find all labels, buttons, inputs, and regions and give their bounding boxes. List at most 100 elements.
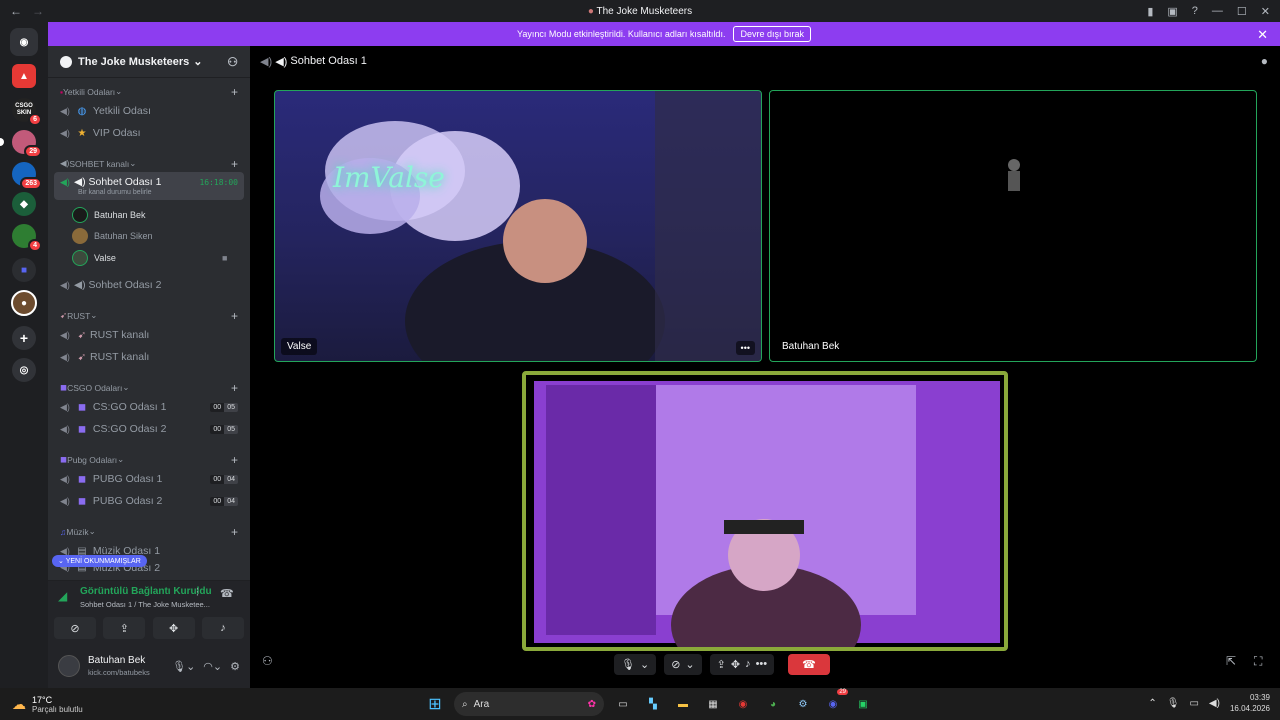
chrome-icon[interactable]: ◕ — [762, 693, 784, 715]
server-icon-cat[interactable]: 263 — [12, 162, 42, 190]
new-unreads-pill[interactable]: ⌄ YENİ OKUNMAMIŞLAR — [52, 555, 147, 567]
windows-start-icon[interactable]: ⊞ — [424, 693, 446, 715]
soundboard-icon[interactable]: ♪ — [201, 617, 244, 639]
video-tile-self[interactable] — [522, 371, 1008, 651]
disable-streamer-mode-button[interactable]: Devre dışı bırak — [733, 26, 811, 42]
category-csgo[interactable]: ◼ CSGO Odaları ⌄ + — [48, 381, 250, 395]
connection-channel[interactable]: Sohbet Odası 1 / The Joke Musketee... — [80, 600, 210, 609]
server-icon-pink[interactable]: 29 — [0, 130, 42, 158]
clock[interactable]: 03:39 16.04.2026 — [1230, 692, 1270, 714]
file-explorer-icon[interactable]: ▬ — [672, 693, 694, 715]
channel-vip-odasi[interactable]: ◀) ★ VIP Odası — [48, 122, 250, 144]
channel-rust-1[interactable]: ◀) ➹ RUST kanalı — [48, 324, 250, 346]
fullscreen-icon[interactable]: ⛶ — [1254, 654, 1262, 669]
screen-share-icon[interactable]: ⇪ — [717, 658, 726, 671]
mic-toggle-button[interactable]: 🎙 ⌄ — [614, 653, 657, 675]
channel-pubg-2[interactable]: ◀) ◼ PUBG Odası 2 00 04 — [48, 490, 250, 512]
headphones-icon[interactable]: ◠⌄ — [203, 660, 222, 673]
add-channel-icon[interactable]: + — [231, 453, 238, 467]
category-sohbet[interactable]: ◀) SOHBET kanalı ⌄ + — [48, 157, 250, 171]
add-channel-icon[interactable]: + — [231, 525, 238, 539]
video-tile-batuhan[interactable]: Batuhan Bek — [769, 90, 1257, 362]
activities-icon[interactable]: ✥ — [731, 658, 740, 671]
server-icon-red[interactable]: ▲ — [12, 64, 36, 88]
invite-people-icon[interactable]: ⚇ — [227, 55, 238, 69]
pop-out-icon[interactable]: ⇱ — [1226, 654, 1236, 668]
close-window-icon[interactable]: ✕ — [1261, 5, 1270, 18]
forward-arrow-icon[interactable]: → — [32, 4, 44, 18]
server-icon-gem[interactable]: ◆ — [12, 192, 36, 216]
voice-user[interactable]: Batuhan Siken — [72, 226, 153, 246]
leave-call-button[interactable]: ☎ — [788, 653, 830, 675]
disconnect-icon[interactable]: ☎ — [220, 587, 234, 600]
camera-toggle-button[interactable]: ⊘ ⌄ — [664, 653, 702, 675]
screen-share-icon[interactable]: ⇪ — [103, 617, 146, 639]
channel-rust-2[interactable]: ◀) ➹ RUST kanalı — [48, 346, 250, 368]
taskbar-search[interactable]: ⌕ Ara ✿ — [454, 692, 604, 716]
invite-to-call-icon[interactable]: ⚇ — [262, 654, 273, 668]
guild-name: The Joke Musketeers — [78, 55, 190, 68]
microphone-icon[interactable]: 🎙 — [1167, 698, 1180, 709]
add-channel-icon[interactable]: + — [231, 309, 238, 323]
guild-header[interactable]: The Joke Musketeers ⌄ ⚇ — [48, 46, 250, 78]
inbox-icon[interactable]: ▣ — [1167, 5, 1177, 18]
noise-suppression-icon[interactable]: ⫶ — [196, 587, 199, 600]
more-icon[interactable]: ••• — [756, 658, 768, 670]
add-server-icon[interactable]: + — [12, 326, 36, 350]
category-muzik[interactable]: ♫ Müzik ⌄ + — [48, 525, 250, 539]
discord-home-icon[interactable]: ◉ — [10, 28, 38, 56]
category-yetkili[interactable]: ▪ Yetkili Odaları ⌄ + — [48, 85, 250, 99]
signal-icon[interactable]: ◢ — [58, 589, 67, 603]
avatar[interactable] — [58, 655, 80, 677]
app-red-icon[interactable]: ◉ — [732, 693, 754, 715]
chevron-up-icon[interactable]: ⌃ — [1148, 698, 1156, 709]
back-arrow-icon[interactable]: ← — [10, 4, 22, 18]
nav-buttons: ← → — [0, 4, 44, 18]
more-options-icon[interactable]: ••• — [735, 341, 755, 355]
category-rust[interactable]: ➹ RUST ⌄ + — [48, 309, 250, 323]
server-folder-icon[interactable]: ■ — [12, 258, 36, 282]
channel-pubg-1[interactable]: ◀) ◼ PUBG Odası 1 00 04 — [48, 468, 250, 490]
voice-user[interactable]: Valse ■ — [72, 248, 227, 268]
weather-widget[interactable]: ☁ 17°C Parçalı bulutlu — [0, 695, 83, 714]
video-tile-valse[interactable]: ImValse Valse ••• — [274, 90, 762, 362]
channel-csgo-2[interactable]: ◀) ◼ CS:GO Odası 2 00 05 — [48, 418, 250, 440]
activities-icon[interactable]: ✥ — [152, 617, 195, 639]
voice-panel-buttons: ⊘ ⇪ ✥ ♪ — [54, 617, 244, 639]
channel-sohbet-odasi-1[interactable]: ◀) ◀) Sohbet Odası 1 16:18:00 Bir kanal d… — [54, 172, 244, 200]
microphone-icon[interactable]: 🎙⌄ — [172, 660, 195, 673]
camera-off-icon[interactable]: ⊘ — [54, 617, 96, 639]
discord-taskbar-icon[interactable]: ◉ 29 — [822, 689, 848, 715]
bookmark-icon[interactable]: ▮ — [1147, 5, 1153, 18]
soundboard-icon[interactable]: ♪ — [745, 658, 751, 670]
user-info[interactable]: Batuhan Bek kick.com/batubeks — [80, 655, 150, 677]
add-channel-icon[interactable]: + — [231, 85, 238, 99]
add-channel-icon[interactable]: + — [231, 381, 238, 395]
volume-icon[interactable]: ◀) — [1209, 698, 1220, 709]
server-icon-active[interactable]: ● — [11, 290, 37, 316]
network-icon[interactable]: ▭ — [1189, 698, 1198, 709]
help-icon[interactable]: ? — [1192, 5, 1198, 17]
voice-user[interactable]: Batuhan Bek — [72, 205, 146, 225]
channel-sohbet-odasi-2[interactable]: ◀) ◀) Sohbet Odası 2 — [48, 274, 250, 296]
steam-icon[interactable]: ⚙ — [792, 693, 814, 715]
channel-yetkili-odasi[interactable]: ◀) ◍ Yetkili Odası — [48, 100, 250, 122]
widgets-app-icon[interactable]: ▚ — [642, 693, 664, 715]
minimize-icon[interactable]: — — [1212, 5, 1223, 17]
server-icon-csgo[interactable]: CSGO SKIN 6 — [12, 98, 42, 126]
store-icon[interactable]: ▦ — [702, 693, 724, 715]
gamepad-icon: ◼ — [77, 495, 87, 507]
discover-icon[interactable]: ◎ — [12, 358, 36, 382]
server-icon-dino[interactable]: 4 — [12, 224, 42, 252]
whatsapp-icon[interactable]: ▣ — [852, 693, 874, 715]
add-channel-icon[interactable]: + — [231, 157, 238, 171]
settings-gear-icon[interactable]: ⚙ — [230, 660, 240, 673]
category-pubg[interactable]: ◼ Pubg Odaları ⌄ + — [48, 453, 250, 467]
channel-status[interactable]: Bir kanal durumu belirle — [60, 189, 152, 196]
chat-bubble-icon[interactable]: ● — [1261, 54, 1268, 68]
maximize-icon[interactable]: ☐ — [1237, 5, 1247, 18]
close-banner-icon[interactable]: ✕ — [1257, 27, 1268, 43]
task-view-icon[interactable]: ▭ — [612, 693, 634, 715]
channel-csgo-1[interactable]: ◀) ◼ CS:GO Odası 1 00 05 — [48, 396, 250, 418]
connection-status[interactable]: Görüntülü Bağlantı Kuruldu — [80, 586, 212, 597]
